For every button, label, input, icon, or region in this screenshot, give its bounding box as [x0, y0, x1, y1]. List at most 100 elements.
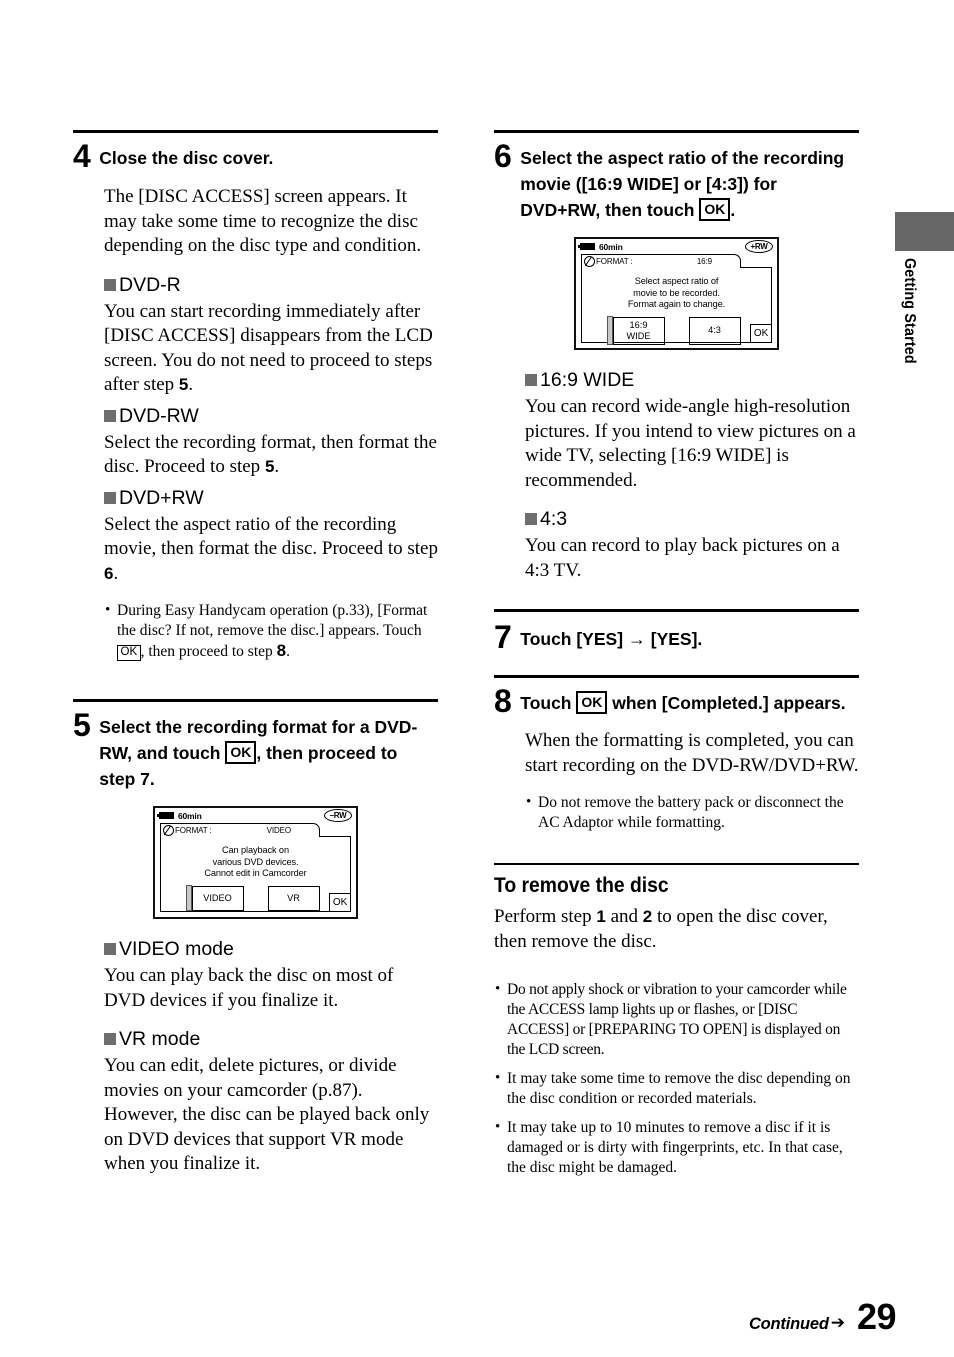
battery-icon [157, 812, 174, 819]
lcd-button-row: VIDEO VR [161, 885, 350, 911]
step-4-body: The [DISC ACCESS] screen appears. It may… [104, 185, 438, 662]
dvd-r-text-post: . [188, 374, 194, 395]
remove-disc-step-1: 1 [596, 907, 606, 926]
step-4-title: Close the disc cover. [99, 148, 274, 168]
step-7-title: Touch [YES] → [YES]. [520, 622, 702, 653]
ok-button-glyph[interactable]: OK [117, 645, 141, 661]
lcd-message-line: Select aspect ratio of [634, 276, 719, 286]
subhead-4-3-label: 4:3 [540, 508, 568, 530]
subhead-16-9-wide-label: 16:9 WIDE [540, 369, 635, 391]
subhead-dvd-rw-label: DVD-RW [119, 404, 199, 427]
step-7-number: 7 [494, 619, 512, 655]
lcd-battery-time: 60min [178, 810, 202, 821]
subhead-vr-mode-label: VR mode [119, 1028, 201, 1050]
lcd-screen: 60min –RW FORMAT : VIDEO Can playback on… [153, 806, 358, 919]
lcd-ok-button[interactable]: OK [328, 893, 352, 913]
step-4-note-mid: , then proceed to step [140, 643, 277, 660]
divider-step6 [494, 130, 859, 133]
step-4-note-post: . [286, 643, 290, 660]
square-bullet-icon [104, 278, 116, 291]
lcd-button-4-3[interactable]: 4:3 [688, 316, 741, 345]
remove-disc-heading: To remove the disc [494, 874, 669, 897]
subhead-4-3: 4:3 [525, 507, 859, 531]
step-7-title-pre: Touch [YES] [520, 629, 628, 649]
lcd-message-line: various DVD devices. [212, 856, 299, 867]
lcd-message-line: Format again to change. [627, 299, 726, 309]
step-6-body: 16:9 WIDE You can record wide-angle high… [525, 368, 859, 583]
right-arrow-icon: → [627, 629, 646, 649]
lcd-message-line: Can playback on [222, 845, 289, 855]
lcd-format-value: VIDEO [266, 826, 292, 835]
battery-icon [578, 243, 595, 250]
subhead-dvd-r: DVD-R [104, 273, 438, 297]
step-5-title: Select the recording format for a DVD-RW… [99, 710, 438, 792]
step-5: 5 Select the recording format for a DVD-… [73, 707, 438, 792]
lcd-panel: Select aspect ratio of movie to be recor… [581, 267, 773, 345]
step-7-block: 7 Touch [YES] → [YES]. [494, 609, 859, 653]
step-6: 6 Select the aspect ratio of the recordi… [494, 138, 859, 223]
step-6-lcd-illustration: 60min +RW FORMAT : 16:9 Select aspect ra… [494, 237, 859, 350]
square-bullet-icon [104, 409, 116, 422]
dvd-plus-rw-text-pre: Select the aspect ratio of the recording… [104, 513, 438, 560]
step-8-block: 8 Touch OK when [Completed.] appears. Wh… [494, 675, 859, 833]
lcd-panel: Can playback on various DVD devices. Can… [160, 836, 352, 913]
step-4-intro: The [DISC ACCESS] screen appears. It may… [104, 186, 422, 256]
square-bullet-icon [104, 943, 116, 955]
video-mode-text: You can play back the disc on most of DV… [104, 965, 394, 1011]
vr-mode-text: You can edit, delete pictures, or divide… [104, 1055, 430, 1174]
lcd-message: Select aspect ratio of movie to be recor… [582, 268, 771, 311]
remove-disc-note: It may take some time to remove the disc… [494, 1068, 859, 1109]
step-8-text: When the formatting is completed, you ca… [525, 730, 859, 776]
four-three-mode-text: You can record to play back pictures on … [525, 535, 840, 581]
dvd-plus-rw-text-post: . [113, 562, 119, 584]
lcd-format-tab: FORMAT : VIDEO [160, 823, 320, 837]
step-5-number: 5 [73, 707, 91, 743]
manual-page: 4 Close the disc cover. The [DISC ACCESS… [0, 0, 954, 1357]
step-6-number: 6 [494, 138, 512, 174]
subhead-vr-mode: VR mode [104, 1027, 438, 1051]
step-4-note-pre: During Easy Handycam operation (p.33), [… [117, 602, 428, 639]
step-4-note-step: 8 [276, 641, 287, 660]
step-8-title-pre: Touch [520, 693, 577, 713]
lcd-format-label: FORMAT : [596, 257, 633, 266]
disc-type-badge: +RW [745, 240, 773, 253]
lcd-ok-button[interactable]: OK [749, 324, 773, 344]
lcd-format-value: 16:9 [696, 257, 712, 266]
dvd-rw-text-post: . [274, 456, 280, 477]
ok-button-glyph[interactable]: OK [576, 691, 608, 714]
lcd-button-row: 16:9 WIDE 4:3 [582, 316, 771, 345]
subhead-video-mode: VIDEO mode [104, 937, 438, 961]
remove-disc-text: Perform step 1 and 2 to open the disc co… [494, 905, 859, 954]
divider-step8 [494, 675, 859, 678]
square-bullet-icon [104, 491, 116, 504]
lcd-battery-time: 60min [599, 241, 623, 252]
remove-disc-step-2: 2 [642, 907, 653, 926]
step-8: 8 Touch OK when [Completed.] appears. [494, 685, 859, 717]
subhead-dvd-plus-rw: DVD+RW [104, 486, 438, 510]
square-bullet-icon [525, 513, 537, 525]
subhead-dvd-r-label: DVD-R [119, 273, 181, 296]
dvd-rw-text: Select the recording format, then format… [104, 431, 438, 480]
ok-button-glyph[interactable]: OK [699, 198, 731, 221]
subhead-dvd-rw: DVD-RW [104, 404, 438, 428]
ok-button-glyph[interactable]: OK [225, 741, 257, 764]
right-column: 6 Select the aspect ratio of the recordi… [494, 130, 859, 1178]
step-5-body: VIDEO mode You can play back the disc on… [104, 937, 438, 1177]
lcd-button-vr[interactable]: VR [267, 885, 320, 911]
step-8-note: Do not remove the battery pack or discon… [525, 792, 859, 833]
dvd-plus-rw-text: Select the aspect ratio of the recording… [104, 513, 438, 587]
lcd-button-video[interactable]: VIDEO [185, 885, 244, 911]
step-7-title-post: [YES]. [645, 629, 703, 649]
wide-mode-text: You can record wide-angle high-resolutio… [525, 396, 856, 491]
lcd-button-16-9-wide[interactable]: 16:9 WIDE [606, 316, 665, 345]
step-7: 7 Touch [YES] → [YES]. [494, 619, 859, 655]
square-bullet-icon [525, 374, 537, 386]
step-5-block: 5 Select the recording format for a DVD-… [73, 699, 438, 1177]
side-tab-label: Getting Started [901, 258, 918, 364]
step-6-title: Select the aspect ratio of the recording… [520, 141, 859, 223]
step-4: 4 Close the disc cover. [73, 140, 438, 172]
dvd-r-text-pre: You can start recording immediately afte… [104, 300, 433, 396]
remove-disc-text-mid: and [605, 906, 643, 927]
remove-disc-text-pre: Perform step [494, 906, 597, 927]
remove-disc-note: Do not apply shock or vibration to your … [494, 979, 859, 1060]
